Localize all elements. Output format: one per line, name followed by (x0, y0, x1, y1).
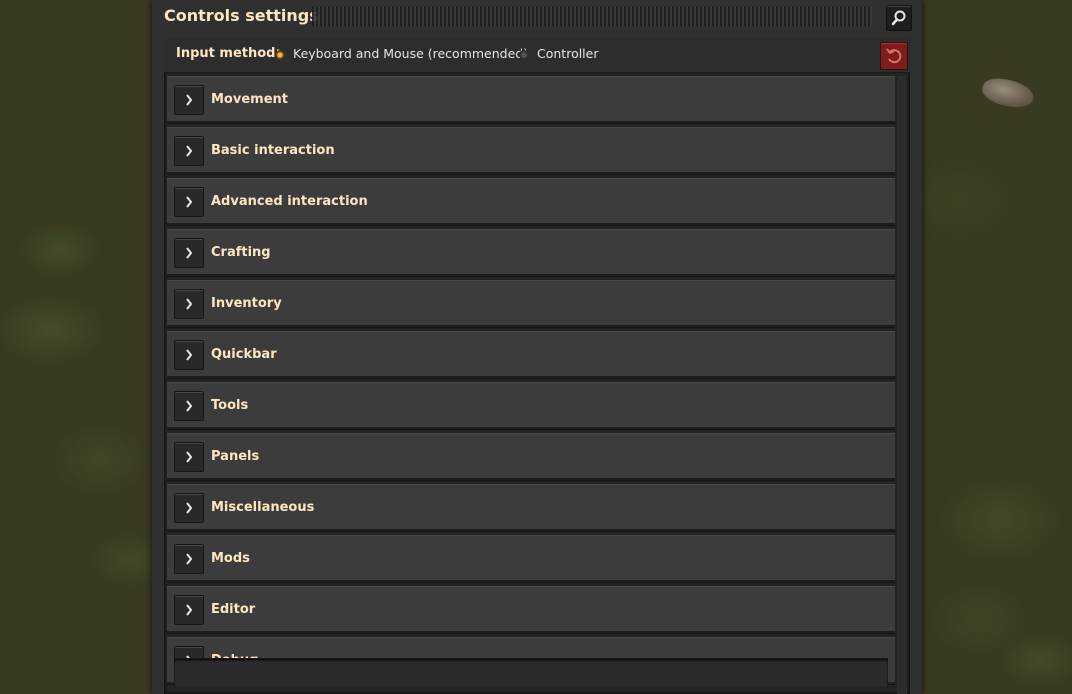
category-quickbar[interactable]: Quickbar (167, 331, 895, 378)
search-icon (891, 10, 906, 26)
category-label: Crafting (211, 245, 271, 260)
category-miscellaneous[interactable]: Miscellaneous (167, 484, 895, 531)
category-label: Movement (211, 92, 288, 107)
settings-panel: Input method: Keyboard and Mouse (recomm… (164, 38, 910, 694)
category-label: Editor (211, 602, 256, 617)
chevron-right-icon (186, 94, 193, 106)
drag-handle[interactable] (312, 7, 872, 27)
expand-button[interactable] (174, 340, 204, 370)
expand-button[interactable] (174, 493, 204, 523)
reset-icon (886, 48, 902, 64)
window-title: Controls settings (164, 6, 319, 25)
category-basic-interaction[interactable]: Basic interaction (167, 127, 895, 174)
scrollbar[interactable] (897, 76, 907, 694)
expand-button[interactable] (174, 391, 204, 421)
reset-button[interactable] (880, 42, 908, 70)
category-list: Movement Basic interaction Advanced inte… (167, 76, 895, 688)
category-advanced-interaction[interactable]: Advanced interaction (167, 178, 895, 225)
radio-keyboard-mouse-label[interactable]: Keyboard and Mouse (recommended) (293, 46, 528, 61)
category-editor[interactable]: Editor (167, 586, 895, 633)
category-tools[interactable]: Tools (167, 382, 895, 429)
chevron-right-icon (186, 604, 193, 616)
expand-button[interactable] (174, 289, 204, 319)
category-label: Panels (211, 449, 260, 464)
expand-button[interactable] (174, 85, 204, 115)
category-inventory[interactable]: Inventory (167, 280, 895, 327)
category-label: Mods (211, 551, 250, 566)
expand-button[interactable] (174, 595, 204, 625)
chevron-right-icon (186, 553, 193, 565)
chevron-right-icon (186, 247, 193, 259)
category-mods[interactable]: Mods (167, 535, 895, 582)
expand-button[interactable] (174, 238, 204, 268)
search-button[interactable] (886, 5, 912, 31)
chevron-right-icon (186, 298, 193, 310)
category-label: Inventory (211, 296, 282, 311)
category-label: Quickbar (211, 347, 277, 362)
category-label: Tools (211, 398, 249, 413)
expand-button[interactable] (174, 442, 204, 472)
input-method-label: Input method: (176, 46, 281, 61)
bottom-panel (174, 658, 888, 687)
chevron-right-icon (186, 196, 193, 208)
radio-controller[interactable] (519, 50, 529, 60)
category-panels[interactable]: Panels (167, 433, 895, 480)
chevron-right-icon (186, 451, 193, 463)
category-movement[interactable]: Movement (167, 76, 895, 123)
chevron-right-icon (186, 145, 193, 157)
category-label: Basic interaction (211, 143, 335, 158)
category-label: Advanced interaction (211, 194, 368, 209)
category-crafting[interactable]: Crafting (167, 229, 895, 276)
category-label: Miscellaneous (211, 500, 315, 515)
rock-decoration (979, 74, 1037, 112)
chevron-right-icon (186, 400, 193, 412)
radio-keyboard-mouse[interactable] (275, 50, 285, 60)
expand-button[interactable] (174, 187, 204, 217)
expand-button[interactable] (174, 136, 204, 166)
chevron-right-icon (186, 502, 193, 514)
radio-controller-label[interactable]: Controller (537, 46, 599, 61)
titlebar: Controls settings (152, 0, 922, 36)
chevron-right-icon (186, 349, 193, 361)
controls-settings-window: Controls settings Input method: Keyboard… (152, 0, 922, 694)
input-method-row: Input method: Keyboard and Mouse (recomm… (164, 38, 910, 73)
expand-button[interactable] (174, 544, 204, 574)
